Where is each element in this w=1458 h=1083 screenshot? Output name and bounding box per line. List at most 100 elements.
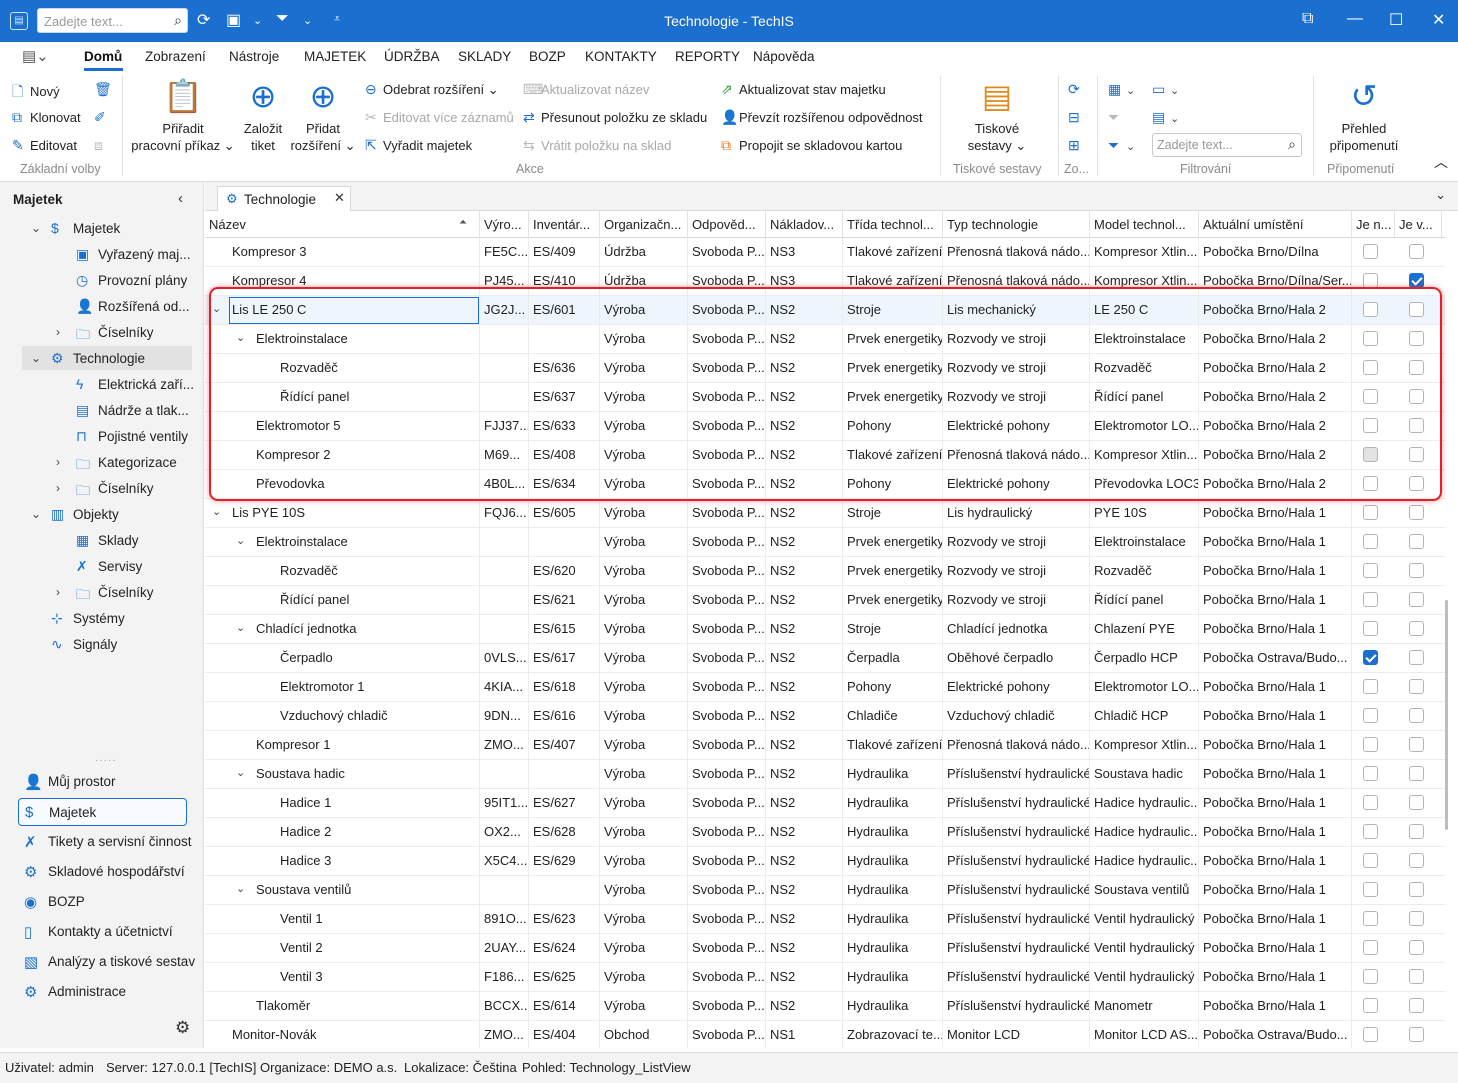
grid-cell[interactable]: ES/616 (529, 702, 600, 731)
je-v-checkbox[interactable] (1409, 882, 1424, 897)
je-v-checkbox[interactable] (1409, 389, 1424, 404)
je-n-checkbox[interactable] (1363, 824, 1378, 839)
sidebar-item-9[interactable]: › 🗀 Kategorizace (56, 455, 177, 472)
name-cell[interactable]: ⌄ Soustava hadic (205, 760, 480, 789)
grid-cell[interactable]: Řídící panel (1090, 383, 1199, 412)
je-v-checkbox[interactable] (1409, 476, 1424, 491)
name-cell[interactable]: Kompresor 3 (205, 238, 480, 267)
je-n-checkbox[interactable] (1363, 331, 1378, 346)
grid-cell[interactable]: Výroba (600, 673, 688, 702)
name-cell[interactable]: Ventil 1 (205, 905, 480, 934)
menu-majetek[interactable]: MAJETEK (304, 49, 366, 64)
grid-cell[interactable]: ES/627 (529, 789, 600, 818)
grid-cell[interactable]: Rozvody ve stroji (943, 528, 1090, 557)
grid-cell[interactable]: Ventil hydraulický (1090, 905, 1199, 934)
grid-cell[interactable]: Tlakové zařízení (843, 238, 943, 267)
grid-cell[interactable]: Příslušenství hydraulické (943, 818, 1090, 847)
grid-cell[interactable]: ES/624 (529, 934, 600, 963)
grid-cell[interactable]: Chladiče (843, 702, 943, 731)
grid-cell[interactable]: Pobočka Brno/Hala 1 (1199, 499, 1352, 528)
grid-cell[interactable]: ES/618 (529, 673, 600, 702)
grid-cell[interactable]: Tlakové zařízení (843, 731, 943, 760)
grid-cell[interactable]: Rozvody ve stroji (943, 325, 1090, 354)
grid-cell[interactable]: Pobočka Brno/Hala 1 (1199, 557, 1352, 586)
grid-cell[interactable]: NS2 (766, 760, 843, 789)
je-n-checkbox[interactable] (1363, 360, 1378, 375)
menu-reporty[interactable]: REPORTY (675, 49, 740, 64)
name-cell[interactable]: Kompresor 1 (205, 731, 480, 760)
grid-cell[interactable]: Prvek energetiky (843, 528, 943, 557)
name-cell[interactable]: Hadice 2 (205, 818, 480, 847)
table-row[interactable]: Rozvaděč ES/636 Výroba Svoboda P... NS2 Prvek… (205, 354, 1445, 383)
grid-cell[interactable] (529, 528, 600, 557)
grid-cell[interactable]: Příslušenství hydraulické (943, 905, 1090, 934)
grid-cell[interactable]: Příslušenství hydraulické (943, 789, 1090, 818)
je-n-checkbox[interactable] (1363, 969, 1378, 984)
clear-filter-button[interactable]: ⏷ (1108, 109, 1126, 126)
grid-cell[interactable]: Svoboda P... (688, 296, 766, 325)
grid-cell[interactable] (480, 354, 529, 383)
grid-cell[interactable]: PYE 10S (1090, 499, 1199, 528)
sidebar-item-6[interactable]: ϟ Elektrická zaří... (76, 376, 194, 392)
expand-row-chevron-icon[interactable]: ⌄ (236, 621, 245, 634)
name-cell[interactable]: Kompresor 2 (205, 441, 480, 470)
grid-cell[interactable]: Výroba (600, 934, 688, 963)
grid-cell[interactable]: NS2 (766, 557, 843, 586)
grid-cell[interactable]: Svoboda P... (688, 934, 766, 963)
column-header-10[interactable]: Je n... (1352, 211, 1395, 238)
grid-cell[interactable]: NS2 (766, 992, 843, 1021)
edit-multiple-button[interactable]: ✂ Editovat více záznamů (365, 109, 514, 126)
je-v-checkbox[interactable] (1409, 795, 1424, 810)
table-row[interactable]: Kompresor 2 M69... ES/408 Výroba Svoboda P..… (205, 441, 1445, 470)
grid-cell[interactable]: Rozvody ve stroji (943, 557, 1090, 586)
grid-cell[interactable]: ES/623 (529, 905, 600, 934)
je-v-checkbox[interactable] (1409, 621, 1424, 636)
grid-cell[interactable]: BCCX... (480, 992, 529, 1021)
table-row[interactable]: ⌄ Lis LE 250 C JG2J... ES/601 Výroba Svoboda … (205, 296, 1445, 325)
grid-cell[interactable]: 4KIA... (480, 673, 529, 702)
grid-cell[interactable]: Hydraulika (843, 934, 943, 963)
je-n-checkbox[interactable] (1363, 534, 1378, 549)
grid-cell[interactable]: Stroje (843, 296, 943, 325)
table-row[interactable]: Řídící panel ES/621 Výroba Svoboda P... NS2 P… (205, 586, 1445, 615)
grid-cell[interactable]: Výroba (600, 876, 688, 905)
reminders-button[interactable]: ↺ Přehled připomenutí (1323, 76, 1405, 154)
menu-udrzba[interactable]: ÚDRŽBA (384, 49, 440, 64)
grid-cell[interactable]: Svoboda P... (688, 238, 766, 267)
grid-cell[interactable]: Pobočka Brno/Hala 1 (1199, 876, 1352, 905)
grid-cell[interactable]: Svoboda P... (688, 412, 766, 441)
nav-item-4[interactable]: ◉ BOZP (18, 888, 187, 916)
grid-cell[interactable]: Svoboda P... (688, 325, 766, 354)
grid-cell[interactable]: Pobočka Brno/Hala 1 (1199, 760, 1352, 789)
grid-cell[interactable]: Soustava ventilů (1090, 876, 1199, 905)
grid-cell[interactable]: Výroba (600, 731, 688, 760)
grid-cell[interactable]: Hydraulika (843, 818, 943, 847)
grid-cell[interactable]: Pobočka Brno/Hala 1 (1199, 528, 1352, 557)
grid-cell[interactable]: ES/408 (529, 441, 600, 470)
grid-cell[interactable]: Výroba (600, 760, 688, 789)
grid-cell[interactable]: Přenosná tlaková nádo... (943, 267, 1090, 296)
je-v-checkbox[interactable] (1409, 360, 1424, 375)
je-v-checkbox[interactable] (1409, 650, 1424, 665)
grid-cell[interactable]: Výroba (600, 528, 688, 557)
grid-cell[interactable]: Lis hydraulický (943, 499, 1090, 528)
grid-cell[interactable]: Výroba (600, 296, 688, 325)
close-icon[interactable]: ✕ (1432, 10, 1445, 30)
grid-cell[interactable]: Svoboda P... (688, 1021, 766, 1048)
grid-cell[interactable]: Svoboda P... (688, 818, 766, 847)
table-row[interactable]: ⌄ Soustava ventilů Výroba Svoboda P... NS2 Hy… (205, 876, 1445, 905)
refresh-button[interactable]: ⟳ (1068, 81, 1086, 98)
grid-cell[interactable]: Svoboda P... (688, 905, 766, 934)
grid-cell[interactable] (480, 615, 529, 644)
grid-cell[interactable]: ES/634 (529, 470, 600, 499)
grid-cell[interactable]: Chlazení PYE (1090, 615, 1199, 644)
column-header-8[interactable]: Model technol... (1090, 211, 1199, 238)
grid-cell[interactable]: Údržba (600, 267, 688, 296)
grid-cell[interactable]: Prvek energetiky (843, 383, 943, 412)
grid-cell[interactable]: NS2 (766, 441, 843, 470)
je-v-checkbox[interactable] (1409, 679, 1424, 694)
name-cell[interactable]: Elektromotor 1 (205, 673, 480, 702)
grid-cell[interactable]: ES/629 (529, 847, 600, 876)
table-row[interactable]: Kompresor 3 FE5C... ES/409 Údržba Svoboda P.… (205, 238, 1445, 267)
menu-domu[interactable]: Domů (84, 49, 122, 64)
